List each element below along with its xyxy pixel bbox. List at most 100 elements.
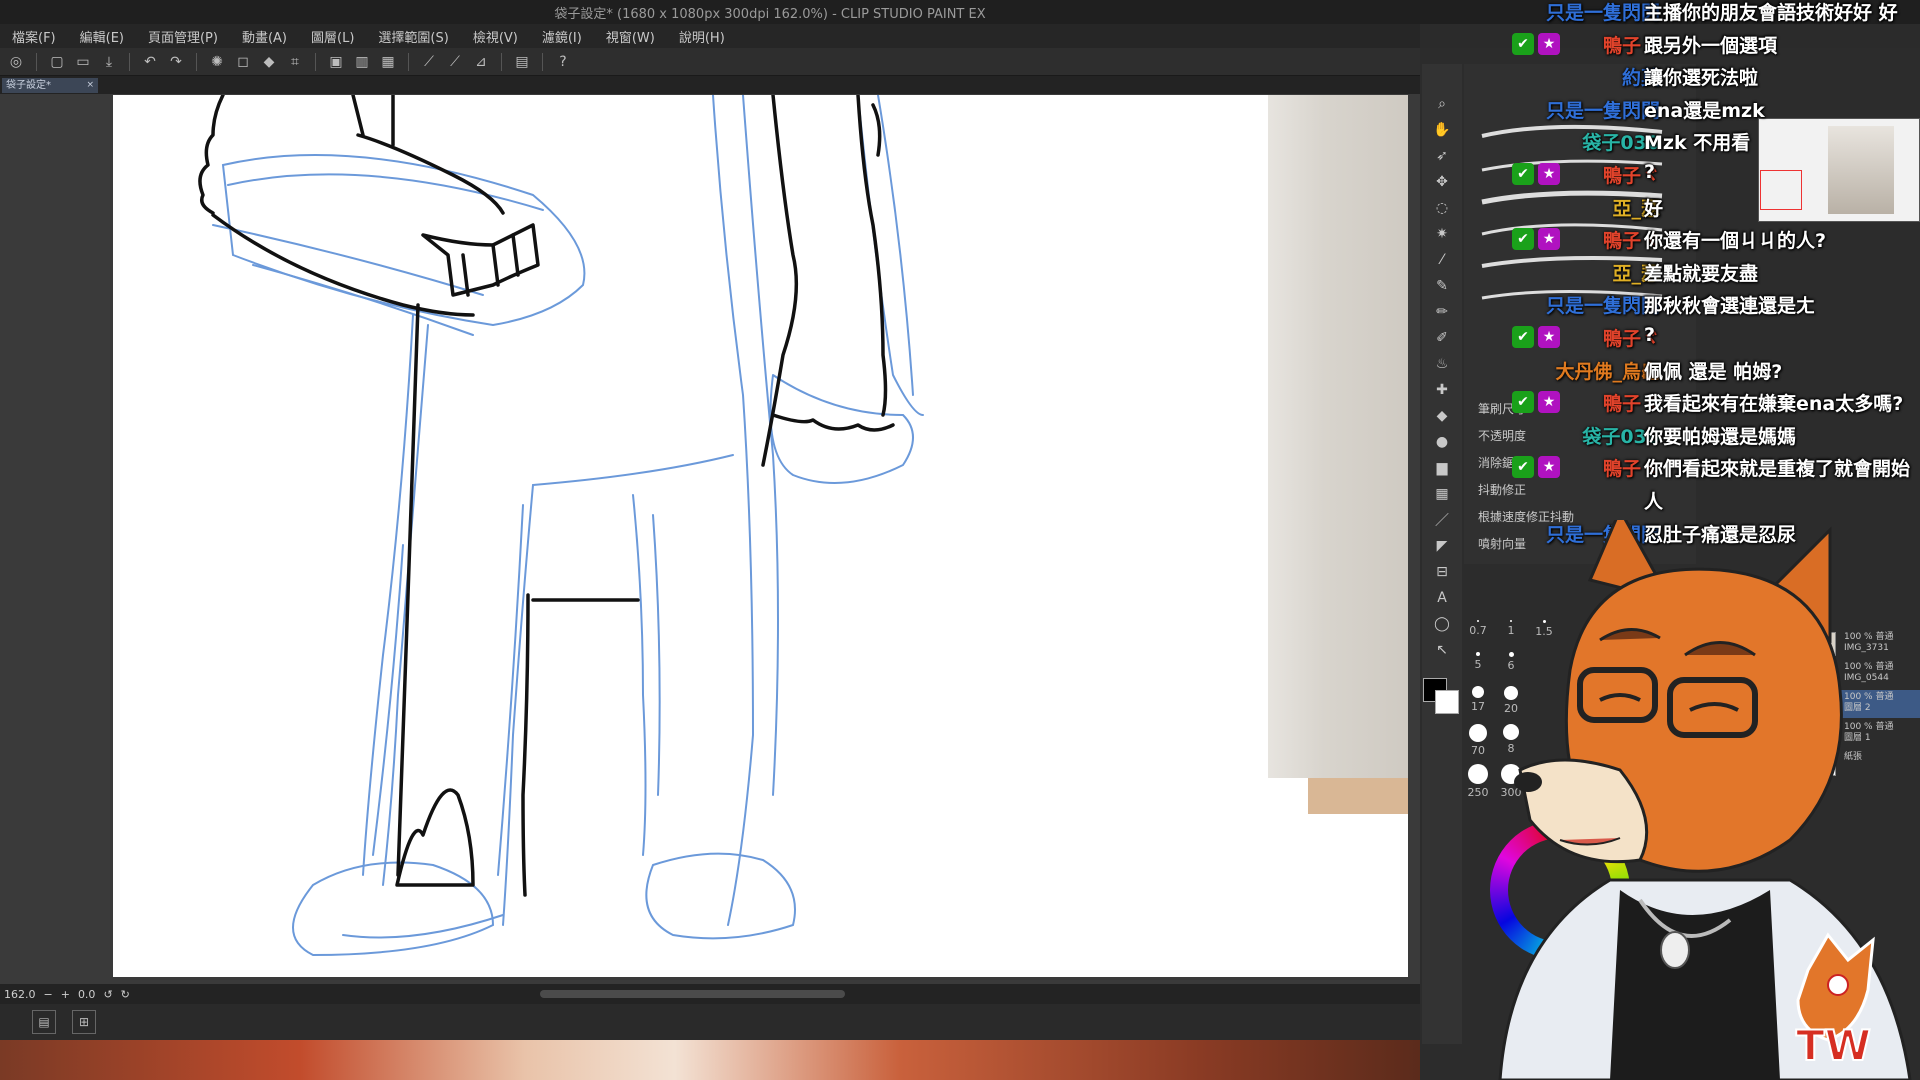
text-tool-icon[interactable]: A	[1431, 588, 1453, 608]
zoom-value[interactable]: 162.0	[4, 988, 36, 1001]
special-ruler-snap-icon[interactable]: ⟋	[445, 52, 465, 72]
open-folder-icon[interactable]: ▭	[73, 52, 93, 72]
gradient-tool-icon[interactable]: ▦	[1431, 484, 1453, 504]
chat-badges: ✔ ★	[1512, 326, 1560, 348]
magic-wand-icon[interactable]: ✷	[1431, 224, 1453, 244]
layer-property-icon[interactable]: ▤	[32, 1010, 56, 1034]
ruler-tool-icon[interactable]: ⊟	[1431, 562, 1453, 582]
moderator-badge-icon: ✔	[1512, 326, 1534, 348]
menu-layer[interactable]: 圖層(L)	[299, 27, 366, 46]
help-icon[interactable]: ?	[553, 52, 573, 72]
chat-message: 袋子030 Mzk 不用看	[1500, 126, 1920, 158]
lasso-tool-icon[interactable]: ◌	[1431, 198, 1453, 218]
menu-help[interactable]: 說明(H)	[667, 27, 737, 46]
chat-message: 人	[1500, 485, 1920, 517]
toolbar-separator	[315, 52, 316, 71]
rotate-right-icon[interactable]: ↻	[121, 988, 130, 1001]
chat-message: 約莫 讓你選死法啦	[1500, 61, 1920, 93]
chat-text: 佩佩 還是 帕姆?	[1644, 360, 1783, 383]
sketch-drawing	[198, 95, 924, 957]
document-tab-label: 袋子設定*	[6, 80, 51, 91]
chat-text: 跟另外一個選項	[1644, 34, 1778, 57]
figure-tool-icon[interactable]: ／	[1431, 510, 1453, 530]
zoom-tool-icon[interactable]: ⌕	[1431, 94, 1453, 114]
rotate-left-icon[interactable]: ↺	[103, 988, 112, 1001]
menu-view[interactable]: 檢視(V)	[461, 27, 530, 46]
hand-tool-icon[interactable]: ✋	[1431, 120, 1453, 140]
transform-icon[interactable]: ▣	[326, 52, 346, 72]
navigator-toggle-icon[interactable]: ⊞	[72, 1010, 96, 1034]
clear-icon[interactable]: ◻	[233, 52, 253, 72]
pen-tool-icon[interactable]: ✎	[1431, 276, 1453, 296]
close-icon[interactable]: ×	[86, 78, 94, 93]
vip-badge-icon: ★	[1538, 163, 1560, 185]
loading-icon[interactable]: ✺	[207, 52, 227, 72]
crop-icon[interactable]: ⌗	[285, 52, 305, 72]
menu-window[interactable]: 視窗(W)	[594, 27, 667, 46]
sub-color-swatch[interactable]	[1435, 690, 1459, 714]
balloon-tool-icon[interactable]: ◯	[1431, 614, 1453, 634]
chat-badges: ✔ ★	[1512, 456, 1560, 479]
menu-selection[interactable]: 選擇範圍(S)	[366, 27, 460, 46]
brush-tool-icon[interactable]: ✐	[1431, 328, 1453, 348]
vip-badge-icon: ★	[1538, 326, 1560, 348]
channel-logo: TW	[1795, 932, 1875, 1070]
window-title: 袋子設定* (1680 x 1080px 300dpi 162.0%) - CL…	[554, 6, 986, 22]
correct-line-tool-icon[interactable]: ↖	[1431, 640, 1453, 660]
chat-message: 袋子030 你要帕姆還是媽媽	[1500, 420, 1920, 452]
chat-text: 你們看起來就是重複了就會開始	[1644, 458, 1911, 481]
chat-text: ?	[1644, 161, 1656, 183]
new-file-icon[interactable]: ▢	[47, 52, 67, 72]
chat-message: ✔ ★ 鴨子ヾ 我看起來有在嫌棄ena太多嗎?	[1500, 387, 1920, 419]
menu-file[interactable]: 檔案(F)	[0, 27, 68, 46]
chat-username: 只是一隻閃閃	[1545, 99, 1660, 122]
rotation-value[interactable]: 0.0	[78, 988, 96, 1001]
undo-icon[interactable]: ↶	[140, 52, 160, 72]
menu-animation[interactable]: 動畫(A)	[230, 27, 299, 46]
document-icon[interactable]: ▤	[512, 52, 532, 72]
airbrush-tool-icon[interactable]: ♨	[1431, 354, 1453, 374]
eraser-tool-icon[interactable]: ◆	[1431, 406, 1453, 426]
chat-text: 我看起來有在嫌棄ena太多嗎?	[1644, 393, 1904, 416]
blend-tool-icon[interactable]: ●	[1431, 432, 1453, 452]
channel-logo-text: TW	[1796, 1021, 1871, 1070]
chat-text: 好	[1644, 197, 1664, 220]
grid-snap-icon[interactable]: ⊿	[471, 52, 491, 72]
flip-icon[interactable]: ▥	[352, 52, 372, 72]
grid-icon[interactable]: ▦	[378, 52, 398, 72]
command-bar: ◎ ▢ ▭ ⤓ ↶ ↷ ✺ ◻ ◆ ⌗ ▣ ▥ ▦ ⟋ ⟋ ⊿ ▤ ?	[0, 48, 1420, 76]
chat-badges: ✔ ★	[1512, 32, 1560, 55]
vip-badge-icon: ★	[1538, 228, 1560, 251]
clip-studio-icon[interactable]: ◎	[6, 52, 26, 72]
stream-background-art	[0, 1040, 1500, 1080]
chat-message: ✔ ★ 鴨子ヾ 你們看起來就是重複了就會開始	[1500, 452, 1920, 484]
chat-text: Mzk 不用看	[1644, 132, 1751, 155]
document-tab[interactable]: 袋子設定* ×	[2, 78, 98, 93]
chat-text: 人	[1644, 491, 1664, 513]
drawing-canvas[interactable]	[113, 95, 1408, 977]
zoom-in-icon[interactable]: +	[61, 988, 70, 1001]
horizontal-scrollbar[interactable]	[540, 990, 845, 998]
decoration-tool-icon[interactable]: ✚	[1431, 380, 1453, 400]
save-icon[interactable]: ⤓	[99, 52, 119, 72]
chat-message: ✔ ★ 鴨子ヾ 你還有一個ㄐㄐ的人?	[1500, 224, 1920, 256]
fill-tool-icon[interactable]: ▆	[1431, 458, 1453, 478]
object-tool-icon[interactable]: ➶	[1431, 146, 1453, 166]
chat-username: 只是一隻閃閃	[1545, 295, 1660, 318]
chat-badges: ✔ ★	[1512, 163, 1560, 185]
redo-icon[interactable]: ↷	[166, 52, 186, 72]
reference-photo-strip	[1308, 778, 1408, 814]
chat-message: 亞_瑟好	[1500, 192, 1920, 224]
move-tool-icon[interactable]: ✥	[1431, 172, 1453, 192]
menu-filter[interactable]: 濾鏡(I)	[530, 27, 594, 46]
moderator-badge-icon: ✔	[1512, 163, 1534, 185]
eyedropper-icon[interactable]: ⁄	[1431, 250, 1453, 270]
fill-icon[interactable]: ◆	[259, 52, 279, 72]
menu-page-management[interactable]: 頁面管理(P)	[136, 27, 230, 46]
toolbar-separator	[36, 52, 37, 71]
ruler-snap-icon[interactable]: ⟋	[419, 52, 439, 72]
pencil-tool-icon[interactable]: ✏	[1431, 302, 1453, 322]
menu-edit[interactable]: 編輯(E)	[68, 27, 136, 46]
frame-tool-icon[interactable]: ◤	[1431, 536, 1453, 556]
zoom-out-icon[interactable]: −	[44, 988, 53, 1001]
